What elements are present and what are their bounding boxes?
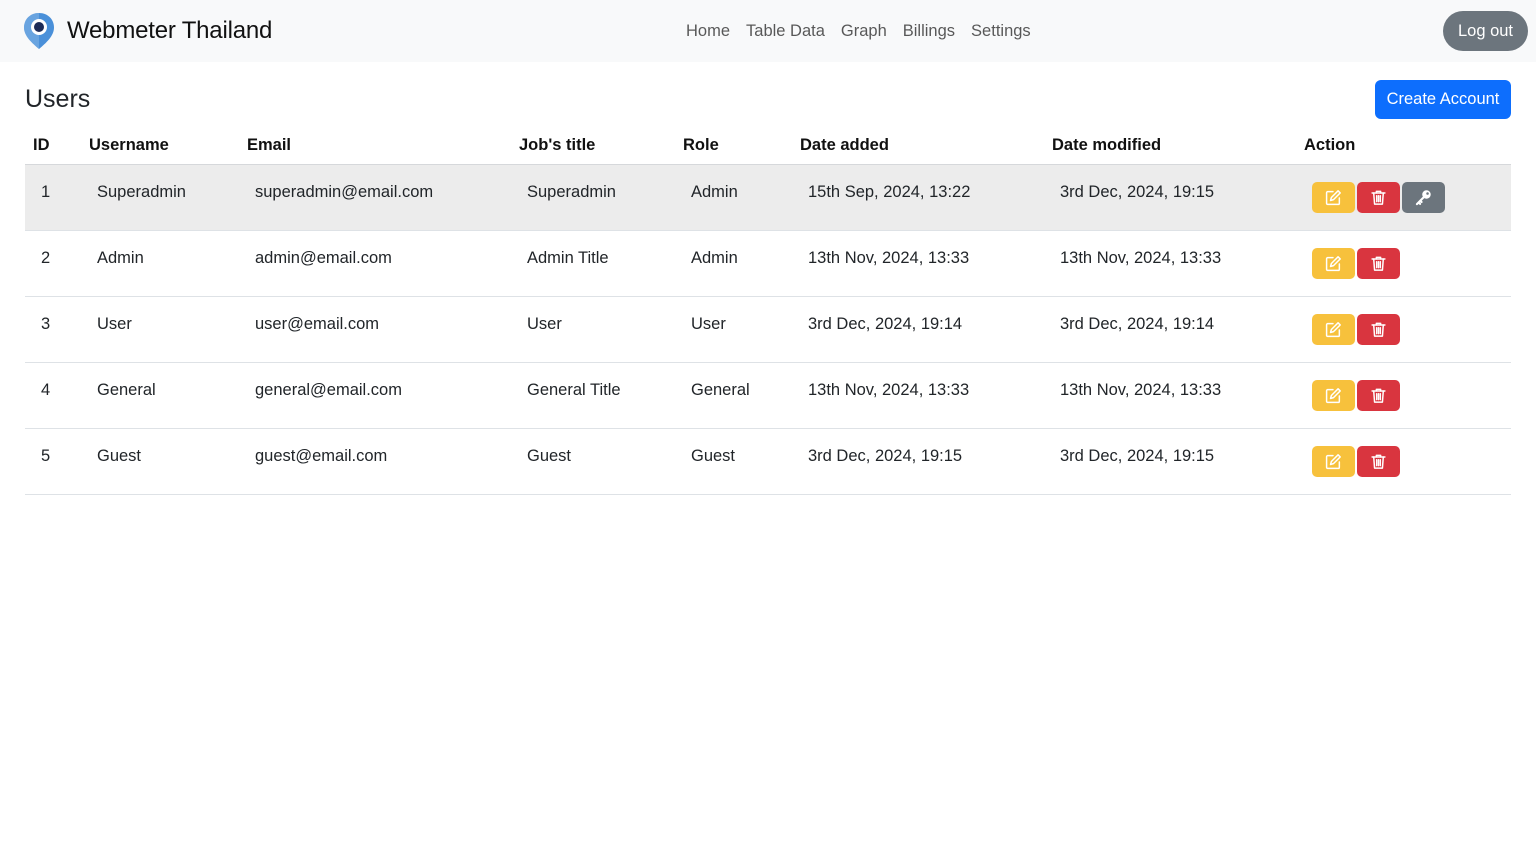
cell-email: user@email.com	[239, 296, 511, 363]
cell-username: Admin	[81, 230, 239, 297]
table-row: 5 Guest guest@email.com Guest Guest 3rd Dec, …	[25, 428, 1511, 495]
trash-icon	[1371, 190, 1386, 205]
nav-link-settings[interactable]: Settings	[963, 18, 1039, 44]
edit-button[interactable]	[1312, 313, 1355, 345]
create-account-button[interactable]: Create Account	[1375, 80, 1511, 119]
cell-date-modified: 13th Nov, 2024, 13:33	[1044, 230, 1296, 297]
cell-actions	[1296, 296, 1511, 363]
cell-date-added: 3rd Dec, 2024, 19:15	[792, 428, 1044, 495]
cell-date-added: 3rd Dec, 2024, 19:14	[792, 296, 1044, 363]
cell-username: Superadmin	[81, 164, 239, 231]
column-header-email: Email	[239, 128, 511, 165]
cell-username: Guest	[81, 428, 239, 495]
trash-icon	[1371, 454, 1386, 469]
top-navbar: Webmeter Thailand Home Table Data Graph …	[0, 0, 1536, 62]
brand[interactable]: Webmeter Thailand	[22, 12, 272, 50]
nav-links: Home Table Data Graph Billings Settings	[678, 18, 1039, 44]
nav-link-table-data[interactable]: Table Data	[738, 18, 833, 44]
key-icon	[1415, 189, 1431, 205]
cell-date-modified: 13th Nov, 2024, 13:33	[1044, 362, 1296, 429]
users-table: ID Username Email Job's title Role Date …	[25, 128, 1511, 495]
column-header-role: Role	[675, 128, 792, 165]
cell-username: General	[81, 362, 239, 429]
cell-date-modified: 3rd Dec, 2024, 19:15	[1044, 428, 1296, 495]
cell-email: guest@email.com	[239, 428, 511, 495]
cell-actions	[1296, 362, 1511, 429]
cell-actions	[1296, 230, 1511, 297]
edit-button[interactable]	[1312, 379, 1355, 411]
cell-email: general@email.com	[239, 362, 511, 429]
cell-id: 4	[25, 362, 81, 429]
cell-actions	[1296, 164, 1511, 231]
cell-email: superadmin@email.com	[239, 164, 511, 231]
map-pin-logo-icon	[24, 13, 54, 49]
trash-icon	[1371, 256, 1386, 271]
cell-job-title: Guest	[511, 428, 675, 495]
column-header-job-title: Job's title	[511, 128, 675, 165]
delete-button[interactable]	[1357, 247, 1400, 279]
cell-job-title: User	[511, 296, 675, 363]
trash-icon	[1371, 388, 1386, 403]
cell-date-added: 15th Sep, 2024, 13:22	[792, 164, 1044, 231]
table-row: 1 Superadmin superadmin@email.com Superadmi…	[25, 164, 1511, 231]
edit-icon	[1325, 255, 1341, 271]
page-title: Users	[25, 85, 91, 113]
edit-icon	[1325, 453, 1341, 469]
cell-date-modified: 3rd Dec, 2024, 19:14	[1044, 296, 1296, 363]
cell-date-added: 13th Nov, 2024, 13:33	[792, 362, 1044, 429]
nav-link-graph[interactable]: Graph	[833, 18, 895, 44]
cell-id: 1	[25, 164, 81, 231]
logout-button[interactable]: Log out	[1443, 11, 1528, 51]
trash-icon	[1371, 322, 1386, 337]
cell-id: 3	[25, 296, 81, 363]
table-header-row: ID Username Email Job's title Role Date …	[25, 128, 1511, 165]
nav-link-billings[interactable]: Billings	[895, 18, 963, 44]
column-header-date-added: Date added	[792, 128, 1044, 165]
brand-name: Webmeter Thailand	[67, 17, 273, 44]
delete-button[interactable]	[1357, 379, 1400, 411]
edit-button[interactable]	[1312, 247, 1355, 279]
table-row: 2 Admin admin@email.com Admin Title Admin 13t…	[25, 230, 1511, 297]
cell-role: Guest	[675, 428, 792, 495]
cell-role: User	[675, 296, 792, 363]
column-header-date-modified: Date modified	[1044, 128, 1296, 165]
edit-icon	[1325, 387, 1341, 403]
edit-button[interactable]	[1312, 181, 1355, 213]
nav-link-home[interactable]: Home	[678, 18, 738, 44]
table-row: 3 User user@email.com User User 3rd Dec, 2024…	[25, 296, 1511, 363]
cell-id: 5	[25, 428, 81, 495]
delete-button[interactable]	[1357, 313, 1400, 345]
cell-date-modified: 3rd Dec, 2024, 19:15	[1044, 164, 1296, 231]
cell-role: Admin	[675, 230, 792, 297]
cell-job-title: Admin Title	[511, 230, 675, 297]
cell-username: User	[81, 296, 239, 363]
edit-icon	[1325, 189, 1341, 205]
cell-actions	[1296, 428, 1511, 495]
edit-icon	[1325, 321, 1341, 337]
cell-id: 2	[25, 230, 81, 297]
column-header-username: Username	[81, 128, 239, 165]
cell-date-added: 13th Nov, 2024, 13:33	[792, 230, 1044, 297]
delete-button[interactable]	[1357, 445, 1400, 477]
column-header-id: ID	[25, 128, 81, 165]
cell-job-title: Superadmin	[511, 164, 675, 231]
users-table-body: 1 Superadmin superadmin@email.com Superadmi…	[25, 164, 1511, 495]
cell-email: admin@email.com	[239, 230, 511, 297]
cell-role: Admin	[675, 164, 792, 231]
cell-job-title: General Title	[511, 362, 675, 429]
edit-button[interactable]	[1312, 445, 1355, 477]
cell-role: General	[675, 362, 792, 429]
reset-password-button[interactable]	[1402, 181, 1445, 213]
delete-button[interactable]	[1357, 181, 1400, 213]
table-row: 4 General general@email.com General Title Ge…	[25, 362, 1511, 429]
column-header-action: Action	[1296, 128, 1511, 165]
